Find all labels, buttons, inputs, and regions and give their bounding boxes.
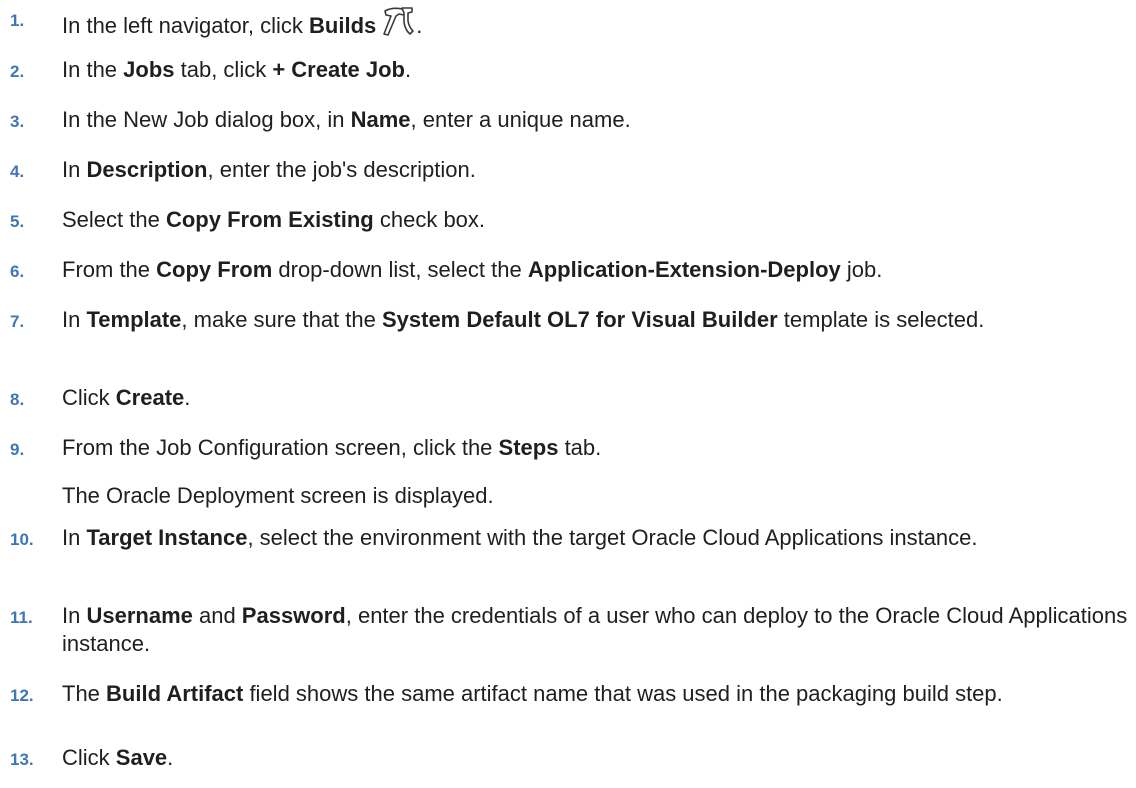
step-text: Click Create.: [62, 385, 191, 410]
step-text: Click Save.: [62, 745, 174, 770]
ui-term: Template: [86, 307, 182, 332]
step-text: Select the Copy From Existing check box.: [62, 207, 486, 232]
step-number: 5.: [10, 212, 25, 231]
step-number: 2.: [10, 62, 25, 81]
ui-term: Target Instance: [86, 525, 248, 550]
ui-term: Description: [86, 157, 208, 182]
step-number: 7.: [10, 312, 25, 331]
ui-term: Create: [115, 385, 185, 410]
step-text: In the New Job dialog box, in Name, ente…: [62, 107, 631, 132]
step-number: 8.: [10, 390, 25, 409]
step-text: In Description, enter the job's descript…: [62, 157, 476, 182]
document-page: 1. In the left navigator, click Builds .…: [0, 0, 1136, 788]
ui-term: Save: [115, 745, 168, 770]
step-number: 10.: [10, 530, 34, 549]
ui-term: Build Artifact: [106, 681, 244, 706]
ui-term: Application-Extension-Deploy: [527, 257, 841, 282]
step-number: 9.: [10, 440, 25, 459]
step-text: From the Job Configuration screen, click…: [62, 435, 602, 460]
step-text: From the Copy From drop-down list, selec…: [62, 257, 883, 282]
ui-term: Jobs: [123, 57, 175, 82]
ui-term: + Create Job: [272, 57, 405, 82]
step-number: 6.: [10, 262, 25, 281]
ui-term: Username: [86, 603, 193, 628]
ui-term: Copy From: [156, 257, 273, 282]
step-number: 3.: [10, 112, 25, 131]
step-number: 1.: [10, 11, 25, 30]
ui-term: Password: [241, 603, 346, 628]
step-text: In Username and Password, enter the cred…: [62, 603, 1128, 656]
step-note: The Oracle Deployment screen is displaye…: [62, 483, 494, 508]
step-text: In the left navigator, click Builds .: [62, 5, 1132, 40]
step-text: In Template, make sure that the System D…: [62, 307, 985, 332]
step-text: In Target Instance, select the environme…: [62, 525, 978, 550]
ui-term: Steps: [498, 435, 559, 460]
step-text: In the Jobs tab, click + Create Job.: [62, 57, 412, 82]
step-number: 11.: [10, 608, 33, 627]
ui-term: Builds: [309, 13, 377, 38]
hammer-icon: [382, 5, 416, 37]
ui-term: Name: [350, 107, 411, 132]
step-number: 12.: [10, 686, 34, 705]
step-text: The Build Artifact field shows the same …: [62, 681, 1003, 706]
ui-term: System Default OL7 for Visual Builder: [381, 307, 778, 332]
ui-term: Copy From Existing: [165, 207, 374, 232]
step-number: 4.: [10, 162, 25, 181]
step-number: 13.: [10, 750, 34, 769]
